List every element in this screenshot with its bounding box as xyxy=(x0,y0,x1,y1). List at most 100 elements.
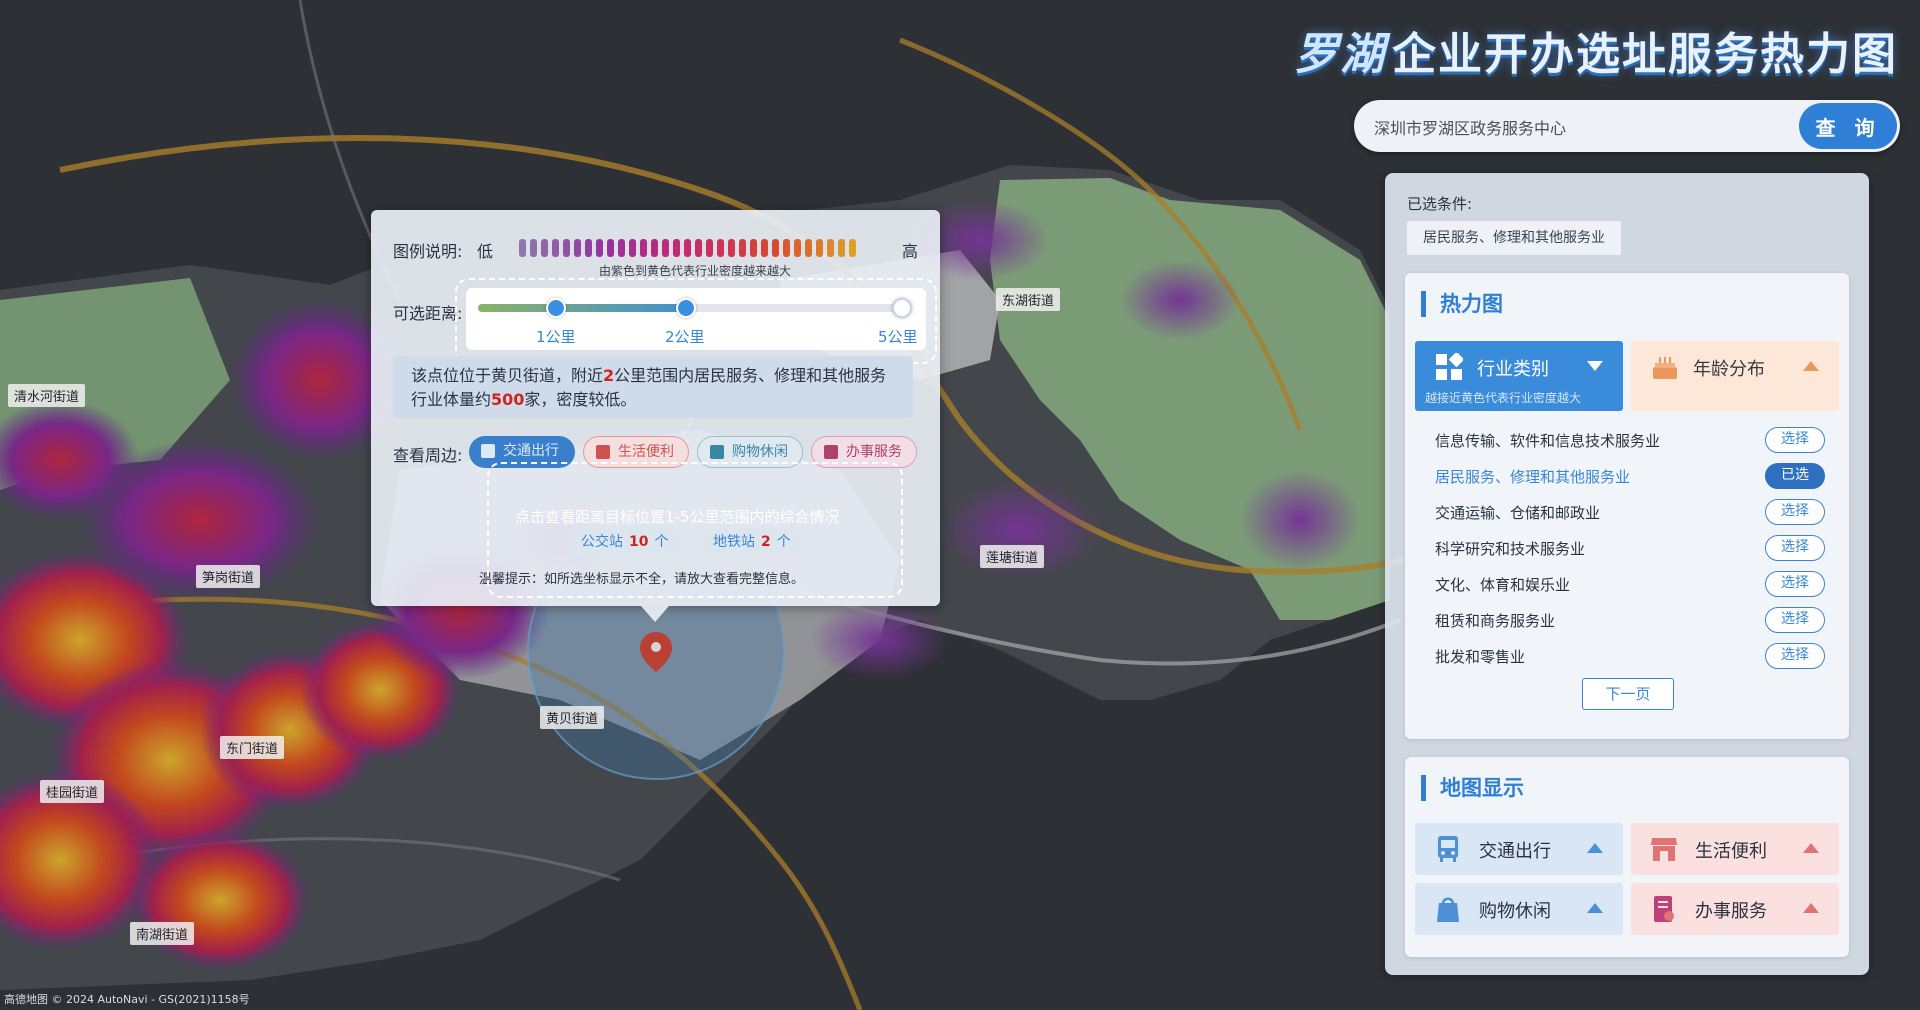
document-icon xyxy=(1654,896,1674,922)
nearby-button-label: 生活便利 xyxy=(618,444,674,460)
industry-row: 文化、体育和娱乐业 选择 xyxy=(1435,569,1825,599)
map-label-district: 清水河街道 xyxy=(8,384,86,407)
tile-services[interactable]: 办事服务 xyxy=(1631,883,1839,935)
chevron-up-icon xyxy=(1587,843,1603,853)
page-title-main: 企业开办选址服务热力图 xyxy=(1392,29,1898,80)
shopping-bag-icon xyxy=(1437,897,1459,922)
industry-row: 科学研究和技术服务业 选择 xyxy=(1435,533,1825,563)
industry-select-button[interactable]: 选择 xyxy=(1765,427,1825,453)
tile-convenience-label: 生活便利 xyxy=(1695,841,1767,862)
heatmap-card: 热力图 行业类别 越接近黄色代表行业密度越大 年龄分布 信息传输、软件和信息技术… xyxy=(1405,273,1849,739)
industry-select-button[interactable]: 选择 xyxy=(1765,499,1825,525)
chevron-up-icon xyxy=(1803,843,1819,853)
cake-icon xyxy=(1653,357,1677,379)
industry-row: 信息传输、软件和信息技术服务业 选择 xyxy=(1435,425,1825,455)
legend-swatch xyxy=(673,239,680,257)
industry-row: 批发和零售业 选择 xyxy=(1435,641,1825,671)
chevron-up-icon xyxy=(1803,361,1819,371)
legend-label: 图例说明: xyxy=(393,242,463,261)
nearby-button-label: 办事服务 xyxy=(846,444,902,460)
industry-selected-button[interactable]: 已选 xyxy=(1765,463,1825,489)
summary-text: 家，密度较低。 xyxy=(524,390,637,409)
bus-icon xyxy=(481,444,495,458)
legend-swatch xyxy=(706,239,713,257)
industry-name: 交通运输、仓储和邮政业 xyxy=(1435,504,1601,522)
tab-age[interactable]: 年龄分布 xyxy=(1631,341,1839,411)
summary-text: 公里范围内居民服务、修理和其他服务 xyxy=(614,366,887,385)
shopping-bag-icon xyxy=(710,445,724,459)
nearby-button-label: 购物休闲 xyxy=(732,444,788,460)
map-attribution: 高德地图 © 2024 AutoNavi - GS(2021)1158号 xyxy=(4,993,250,1006)
legend-swatch xyxy=(750,239,757,257)
industry-name: 科学研究和技术服务业 xyxy=(1435,540,1586,558)
industry-select-button[interactable]: 选择 xyxy=(1765,607,1825,633)
tile-shopping-label: 购物休闲 xyxy=(1479,901,1551,922)
industry-grid-icon xyxy=(1436,353,1463,380)
page-title: 罗湖 企业开办选址服务热力图 xyxy=(1294,18,1898,82)
legend-swatch xyxy=(783,239,790,257)
legend-swatch xyxy=(585,239,592,257)
next-page-button[interactable]: 下一页 xyxy=(1582,678,1674,710)
legend-swatch xyxy=(717,239,724,257)
industry-name: 批发和零售业 xyxy=(1435,648,1526,666)
industry-row: 租赁和商务服务业 选择 xyxy=(1435,605,1825,635)
page-title-script: 罗湖 xyxy=(1294,29,1386,80)
location-summary: 该点位位于黄贝街道，附近2公里范围内居民服务、修理和其他服务 行业体量约500家… xyxy=(393,356,913,418)
search-input[interactable] xyxy=(1372,100,1756,154)
tile-transport[interactable]: 交通出行 xyxy=(1415,823,1623,875)
document-icon xyxy=(824,445,838,459)
legend-swatch xyxy=(607,239,614,257)
tab-industry-label: 行业类别 xyxy=(1477,359,1549,380)
store-icon xyxy=(596,445,610,459)
industry-select-button[interactable]: 选择 xyxy=(1765,643,1825,669)
legend-swatch xyxy=(519,239,526,257)
industry-select-button[interactable]: 选择 xyxy=(1765,535,1825,561)
legend-swatch xyxy=(651,239,658,257)
industry-row: 交通运输、仓储和邮政业 选择 xyxy=(1435,497,1825,527)
legend-swatch xyxy=(629,239,636,257)
industry-name: 居民服务、修理和其他服务业 xyxy=(1435,468,1631,486)
industry-name: 租赁和商务服务业 xyxy=(1435,612,1556,630)
industry-name: 信息传输、软件和信息技术服务业 xyxy=(1435,432,1661,450)
heatmap-card-title: 热力图 xyxy=(1421,291,1503,317)
nearby-label: 查看周边: xyxy=(393,446,463,465)
summary-distance: 2 xyxy=(603,366,615,385)
map-label-district: 莲塘街道 xyxy=(980,545,1045,568)
legend-swatch xyxy=(552,239,559,257)
legend-low: 低 xyxy=(477,242,494,261)
legend-swatch xyxy=(596,239,603,257)
legend-swatch xyxy=(530,239,537,257)
summary-text: 该点位位于黄贝街道，附近 xyxy=(411,366,604,385)
legend-swatch xyxy=(684,239,691,257)
map-label-district: 桂园街道 xyxy=(40,780,105,803)
map-display-card-title: 地图显示 xyxy=(1421,775,1524,801)
industry-select-button[interactable]: 选择 xyxy=(1765,571,1825,597)
search-button[interactable]: 查 询 xyxy=(1799,103,1897,149)
tile-services-label: 办事服务 xyxy=(1695,901,1767,922)
legend-swatch xyxy=(541,239,548,257)
tab-industry[interactable]: 行业类别 越接近黄色代表行业密度越大 xyxy=(1415,341,1623,411)
chevron-down-icon xyxy=(1587,361,1603,371)
store-icon xyxy=(1651,838,1677,861)
tab-industry-hint: 越接近黄色代表行业密度越大 xyxy=(1425,391,1582,405)
legend-swatch xyxy=(805,239,812,257)
legend-swatch xyxy=(794,239,801,257)
legend-swatch xyxy=(618,239,625,257)
legend-swatch xyxy=(640,239,647,257)
tile-transport-label: 交通出行 xyxy=(1479,841,1551,862)
filter-panel: 已选条件: 居民服务、修理和其他服务业 热力图 行业类别 越接近黄色代表行业密度… xyxy=(1385,173,1869,975)
chevron-up-icon xyxy=(1803,903,1819,913)
legend-gradient-bar xyxy=(519,239,889,257)
legend-note: 由紫色到黄色代表行业密度越来越大 xyxy=(599,264,792,278)
legend-swatch xyxy=(695,239,702,257)
map-label-district: 南湖街道 xyxy=(130,922,195,945)
map-label-district: 东湖街道 xyxy=(996,288,1061,311)
bus-icon xyxy=(1438,836,1458,862)
tile-convenience[interactable]: 生活便利 xyxy=(1631,823,1839,875)
selected-condition-tag[interactable]: 居民服务、修理和其他服务业 xyxy=(1407,221,1621,255)
legend-swatch xyxy=(849,239,856,257)
chevron-up-icon xyxy=(1587,903,1603,913)
nearby-button-label: 交通出行 xyxy=(503,443,559,459)
tile-shopping[interactable]: 购物休闲 xyxy=(1415,883,1623,935)
summary-count: 500 xyxy=(491,390,525,409)
